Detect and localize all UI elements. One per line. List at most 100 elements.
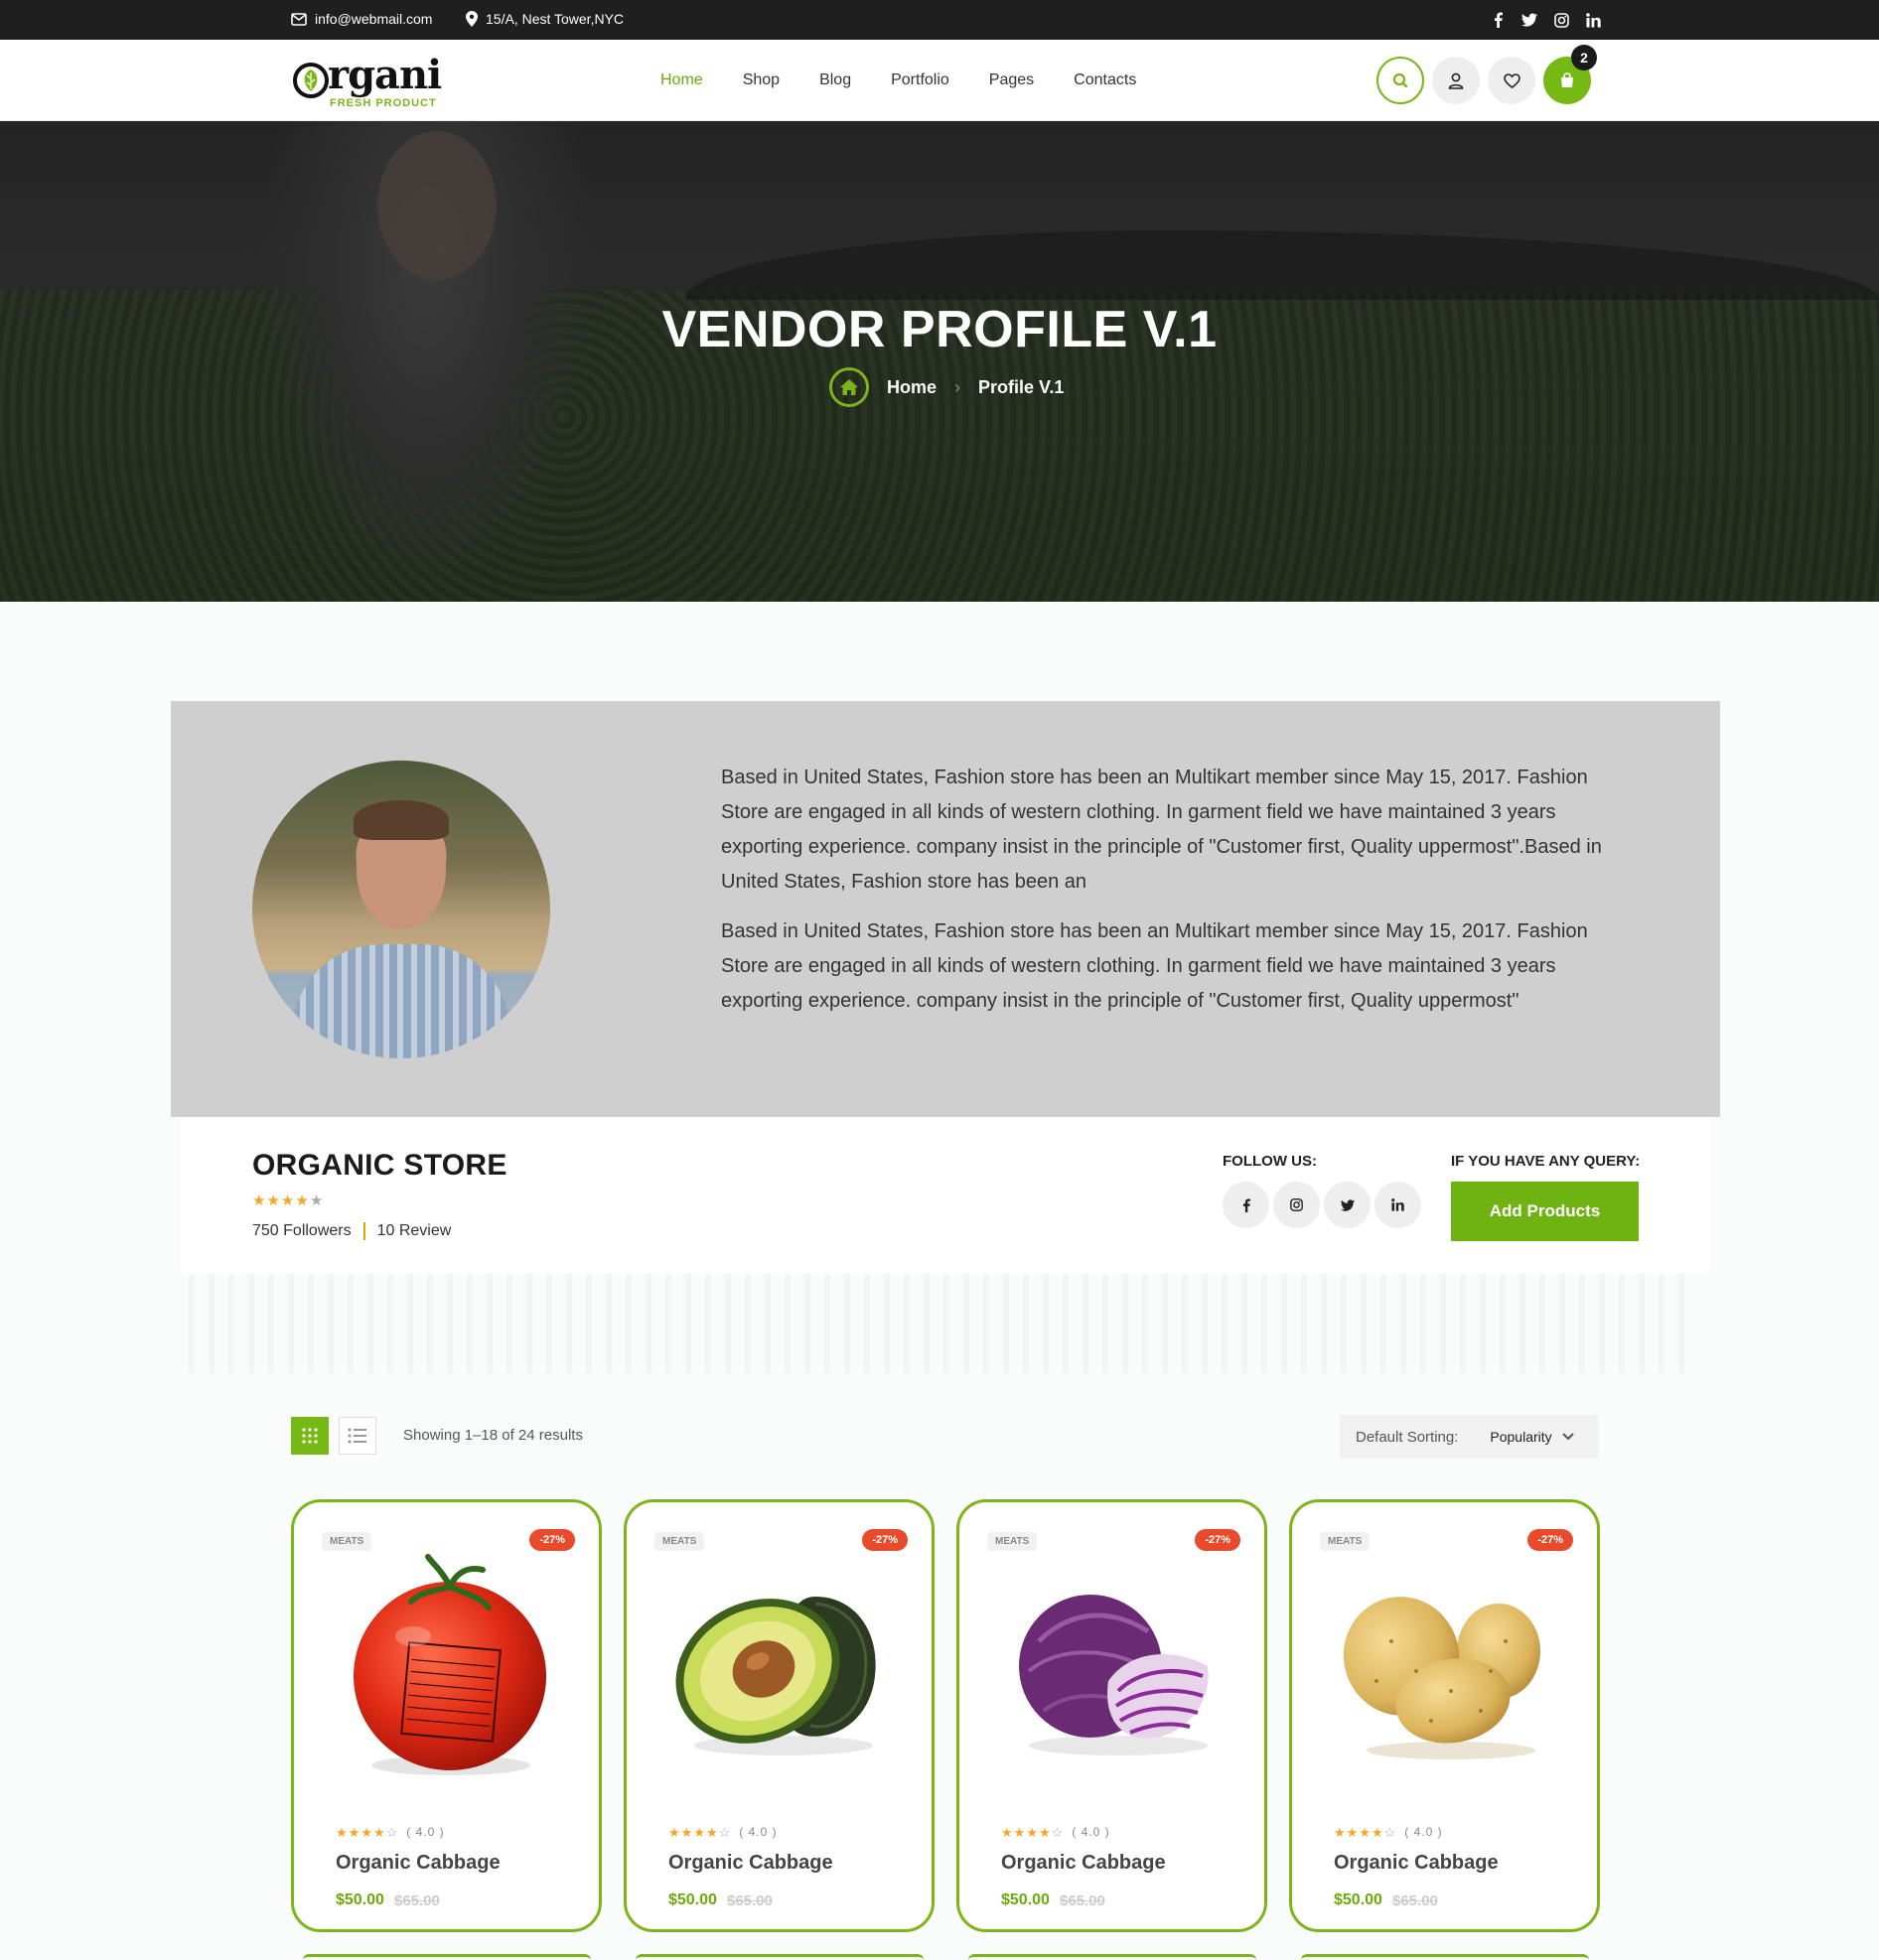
star-filled-icon: ★ — [705, 1824, 718, 1840]
nav-blog[interactable]: Blog — [819, 71, 851, 89]
twitter-icon[interactable] — [1521, 11, 1537, 29]
wishlist-button[interactable] — [1488, 57, 1535, 104]
top-social-links — [1490, 11, 1601, 29]
vendor-description-paragraph-1: Based in United States, Fashion store ha… — [721, 767, 1602, 893]
product-rating: ★ ★ ★ ★ ☆ ( 4.0 ) — [1001, 1825, 1110, 1839]
category-badge[interactable]: MEATS — [1320, 1532, 1371, 1551]
product-name[interactable]: Organic Cabbage — [336, 1852, 501, 1875]
vendor-social-links — [1223, 1182, 1421, 1228]
star-filled-icon: ★ — [252, 1192, 266, 1209]
linkedin-icon[interactable] — [1374, 1182, 1421, 1228]
query-label: IF YOU HAVE ANY QUERY: — [1451, 1153, 1641, 1170]
list-icon — [348, 1428, 366, 1444]
add-products-button[interactable]: Add Products — [1451, 1182, 1639, 1241]
star-filled-icon: ★ — [1038, 1824, 1051, 1840]
leaf-logo-icon — [293, 63, 329, 98]
search-icon — [1392, 72, 1408, 88]
email-contact[interactable]: info@webmail.com — [291, 11, 432, 27]
nav-shop[interactable]: Shop — [743, 71, 780, 89]
star-filled-icon: ★ — [336, 1824, 348, 1840]
product-card[interactable]: MEATS -27% ★ ★ ★ ★ ☆ ( 4.0 ) Organic Cab… — [956, 1499, 1267, 1932]
product-image-red-cabbage[interactable] — [999, 1552, 1228, 1780]
star-filled-icon: ★ — [266, 1192, 280, 1209]
cart-count-badge: 2 — [1571, 45, 1597, 70]
vendor-description-paragraph-2: Based in United States, Fashion store ha… — [721, 920, 1588, 1012]
email-text: info@webmail.com — [315, 11, 433, 27]
sort-label: Default Sorting: — [1356, 1428, 1459, 1446]
store-stats: 750 Followers 10 Review — [252, 1222, 451, 1240]
nav-home[interactable]: Home — [660, 71, 703, 89]
discount-badge: -27% — [862, 1529, 908, 1551]
rating-value: ( 4.0 ) — [739, 1825, 778, 1839]
breadcrumb-current: Profile V.1 — [978, 376, 1065, 397]
linkedin-icon[interactable] — [1585, 11, 1601, 29]
product-image-avocado[interactable] — [666, 1552, 895, 1780]
grid-view-button[interactable] — [291, 1417, 329, 1455]
star-filled-icon: ★ — [372, 1824, 385, 1840]
list-view-button[interactable] — [339, 1417, 376, 1455]
breadcrumb: Home › Profile V.1 — [829, 367, 1064, 407]
category-badge[interactable]: MEATS — [322, 1532, 372, 1551]
product-old-price: $65.00 — [1392, 1892, 1438, 1909]
nav-portfolio[interactable]: Portfolio — [891, 71, 949, 89]
nav-pages[interactable]: Pages — [989, 71, 1034, 89]
follow-us-label: FOLLOW US: — [1223, 1153, 1317, 1170]
product-name[interactable]: Organic Cabbage — [1001, 1852, 1166, 1875]
category-badge[interactable]: MEATS — [987, 1532, 1038, 1551]
star-filled-icon: ★ — [348, 1824, 361, 1840]
vendor-avatar — [252, 761, 550, 1058]
star-empty-icon: ☆ — [718, 1824, 731, 1840]
instagram-icon[interactable] — [1273, 1182, 1320, 1228]
star-filled-icon: ★ — [1346, 1824, 1359, 1840]
store-name: ORGANIC STORE — [252, 1149, 507, 1182]
star-empty-icon: ☆ — [1383, 1824, 1396, 1840]
address-text: 15/A, Nest Tower,NYC — [486, 11, 625, 27]
twitter-icon[interactable] — [1324, 1182, 1371, 1228]
product-grid: MEATS -27% ★ ★ ★ ★ ☆ ( 4.0 ) Organic Cab… — [291, 1499, 1600, 1936]
product-rating: ★ ★ ★ ★ ☆ ( 4.0 ) — [336, 1825, 445, 1839]
product-image-potatoes[interactable] — [1332, 1552, 1560, 1780]
discount-badge: -27% — [1195, 1529, 1240, 1551]
account-button[interactable] — [1432, 57, 1480, 104]
cart-button[interactable]: 2 — [1543, 45, 1597, 104]
star-filled-icon: ★ — [1334, 1824, 1346, 1840]
star-empty-icon: ☆ — [385, 1824, 398, 1840]
star-filled-icon: ★ — [1013, 1824, 1026, 1840]
product-price: $50.00 — [1334, 1891, 1382, 1908]
avatar-hair — [354, 800, 449, 840]
product-card[interactable]: MEATS -27% ★ ★ ★ ★ ☆ ( 4.0 ) Organic Cab… — [1289, 1499, 1600, 1932]
nav-contacts[interactable]: Contacts — [1074, 71, 1136, 89]
star-filled-icon: ★ — [1359, 1824, 1371, 1840]
home-breadcrumb-icon[interactable] — [829, 367, 869, 407]
store-info-bar: ORGANIC STORE ★ ★ ★ ★ ★ 750 Followers 10… — [181, 1117, 1710, 1274]
logo[interactable]: rgani FRESH PRODUCT — [290, 52, 442, 113]
product-card[interactable]: MEATS -27% ★ ★ ★ ★ ☆ ( 4.0 ) Organic Cab… — [624, 1499, 935, 1932]
product-name[interactable]: Organic Cabbage — [1334, 1852, 1499, 1875]
address-contact: 15/A, Nest Tower,NYC — [466, 11, 624, 27]
product-card[interactable]: MEATS -27% ★ ★ ★ ★ ☆ ( 4.0 ) Organic Cab… — [291, 1499, 602, 1932]
star-filled-icon: ★ — [361, 1824, 372, 1840]
instagram-icon[interactable] — [1553, 11, 1569, 29]
search-button[interactable] — [1376, 57, 1424, 104]
star-filled-icon: ★ — [295, 1192, 309, 1209]
product-image-tomato[interactable] — [334, 1552, 562, 1780]
product-rating: ★ ★ ★ ★ ☆ ( 4.0 ) — [668, 1825, 778, 1839]
sort-value: Popularity — [1490, 1429, 1552, 1445]
review-count[interactable]: 10 Review — [377, 1222, 452, 1240]
facebook-icon[interactable] — [1223, 1182, 1269, 1228]
site-header: rgani FRESH PRODUCT Home Shop Blog Portf… — [0, 40, 1879, 121]
shopping-bag-icon — [1561, 72, 1573, 87]
breadcrumb-home-link[interactable]: Home — [887, 377, 937, 398]
header-actions: 2 — [1376, 45, 1597, 104]
facebook-icon[interactable] — [1490, 11, 1506, 29]
logo-tagline: FRESH PRODUCT — [330, 97, 437, 109]
star-empty-icon: ★ — [309, 1192, 324, 1209]
results-count: Showing 1–18 of 24 results — [403, 1427, 583, 1444]
page-hero-banner: VENDOR PROFILE V.1 Home › Profile V.1 — [0, 121, 1879, 602]
category-badge[interactable]: MEATS — [654, 1532, 705, 1551]
product-name[interactable]: Organic Cabbage — [668, 1852, 833, 1875]
vendor-profile-panel: Based in United States, Fashion store ha… — [171, 701, 1720, 1117]
product-price: $50.00 — [336, 1891, 384, 1908]
star-empty-icon: ☆ — [1051, 1824, 1064, 1840]
sort-select[interactable]: Default Sorting: Popularity — [1340, 1415, 1598, 1459]
